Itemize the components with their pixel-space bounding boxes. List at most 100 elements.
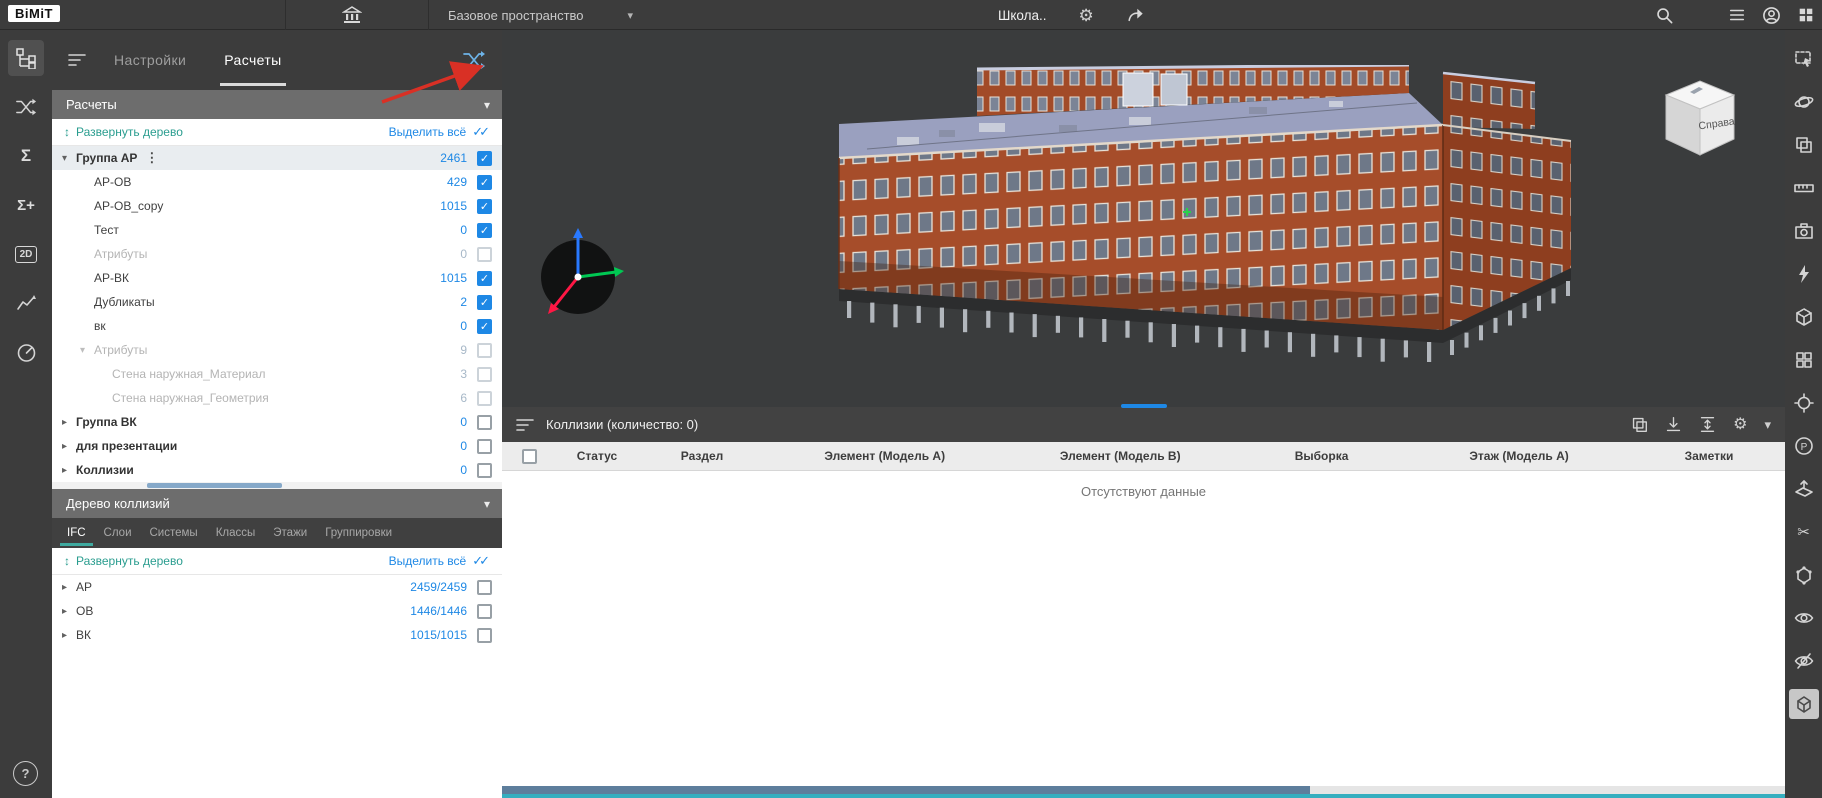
select-window-icon[interactable]: [1789, 44, 1819, 74]
tree-row[interactable]: ▸АР2459/2459: [52, 575, 502, 599]
tree-item-checkbox[interactable]: ✓: [477, 295, 492, 310]
viewport-3d[interactable]: Справа Коллизии (количество: 0): [502, 30, 1785, 798]
model-tree-icon[interactable]: [8, 40, 44, 76]
chart-icon[interactable]: [8, 285, 44, 321]
tree-row[interactable]: ▸Коллизии0: [52, 458, 502, 482]
tree-row[interactable]: ▾Группа АР⋮2461✓: [52, 146, 502, 170]
table-settings-gear-icon[interactable]: ⚙: [1733, 417, 1747, 433]
caret-down-icon[interactable]: ▾: [62, 153, 76, 164]
focus-target-icon[interactable]: [1789, 388, 1819, 418]
tree-row[interactable]: ▾Атрибуты9: [52, 338, 502, 362]
collapse-panel-icon[interactable]: ▾: [1764, 418, 1771, 431]
tree-row[interactable]: Стена наружная_Материал3: [52, 362, 502, 386]
tree-item-checkbox[interactable]: [477, 367, 492, 382]
tree-item-checkbox[interactable]: [477, 343, 492, 358]
layers-icon[interactable]: [1789, 130, 1819, 160]
tree-item-checkbox[interactable]: ✓: [477, 199, 492, 214]
building-model[interactable]: [827, 65, 1577, 370]
screenshot-icon[interactable]: [1789, 216, 1819, 246]
caret-right-icon[interactable]: ▸: [62, 465, 76, 476]
run-collision-check-icon[interactable]: [462, 50, 486, 70]
table-select-all-checkbox[interactable]: [522, 449, 537, 464]
tree-item-checkbox[interactable]: ✓: [477, 271, 492, 286]
collision-tree-tab[interactable]: IFC: [58, 518, 95, 548]
row-menu-icon[interactable]: ⋮: [145, 150, 158, 166]
tree-row[interactable]: Дубликаты2✓: [52, 290, 502, 314]
caret-right-icon[interactable]: ▸: [62, 582, 76, 593]
panel-tab[interactable]: Настройки: [114, 30, 186, 90]
lightning-icon[interactable]: [1789, 259, 1819, 289]
tree-item-checkbox[interactable]: ✓: [477, 175, 492, 190]
hide-eye-off-icon[interactable]: [1789, 646, 1819, 676]
caret-right-icon[interactable]: ▸: [62, 630, 76, 641]
tree-row[interactable]: ▸для презентации0: [52, 434, 502, 458]
tree-item-checkbox[interactable]: ✓: [477, 319, 492, 334]
section-collapse-icon[interactable]: ▾: [484, 497, 490, 511]
cut-scissors-icon[interactable]: ✂: [1789, 517, 1819, 547]
scrollbar-thumb[interactable]: [147, 483, 282, 488]
table-column-header[interactable]: Заметки: [1633, 449, 1785, 463]
tree-row[interactable]: АР-ОВ_copy1015✓: [52, 194, 502, 218]
tree-row[interactable]: Атрибуты0: [52, 242, 502, 266]
caret-down-icon[interactable]: ▾: [80, 345, 94, 356]
workspace-selector[interactable]: Базовое пространство ▾: [448, 0, 633, 30]
help-icon[interactable]: ?: [13, 761, 38, 786]
panel-resize-handle[interactable]: [1121, 404, 1167, 408]
tree-item-checkbox[interactable]: [477, 391, 492, 406]
expand-tree-button[interactable]: ↕ Развернуть дерево: [64, 125, 183, 139]
tasks-list-icon[interactable]: [1728, 6, 1746, 24]
sum-add-report-icon[interactable]: Σ+: [8, 187, 44, 223]
tree-item-checkbox[interactable]: [477, 247, 492, 262]
table-column-header[interactable]: Раздел: [637, 449, 767, 463]
table-column-header[interactable]: Элемент (Модель A): [767, 449, 1003, 463]
transparent-mode-cube-icon[interactable]: [1789, 689, 1819, 719]
collision-tree-tab[interactable]: Этажи: [264, 518, 316, 548]
account-icon[interactable]: [1762, 6, 1781, 25]
collision-tree-tab[interactable]: Классы: [207, 518, 265, 548]
panel-menu-icon[interactable]: [516, 418, 534, 432]
tree-row[interactable]: ▸ОВ1446/1446: [52, 599, 502, 623]
tree-item-checkbox[interactable]: [477, 604, 492, 619]
project-settings-gear-icon[interactable]: ⚙: [1079, 7, 1094, 24]
table-horizontal-scrollbar[interactable]: [502, 786, 1785, 794]
calculations-tree-scrollbar[interactable]: [52, 482, 502, 489]
caret-right-icon[interactable]: ▸: [62, 606, 76, 617]
model-points-icon[interactable]: [1789, 560, 1819, 590]
sum-report-icon[interactable]: Σ: [8, 138, 44, 174]
tree-row[interactable]: АР-ВК1015✓: [52, 266, 502, 290]
tree-item-checkbox[interactable]: [477, 439, 492, 454]
select-all-button[interactable]: Выделить всё ✓✓: [389, 553, 490, 569]
copy-table-icon[interactable]: [1631, 416, 1648, 433]
tree-row[interactable]: ▸ВК1015/1015: [52, 623, 502, 647]
2d-view-icon[interactable]: 2D: [8, 236, 44, 272]
axis-gizmo[interactable]: [528, 225, 628, 325]
calculations-section-header[interactable]: Расчеты ▾: [52, 90, 502, 119]
tree-row[interactable]: Стена наружная_Геометрия6: [52, 386, 502, 410]
export-icon[interactable]: [1665, 416, 1682, 433]
tree-item-checkbox[interactable]: [477, 628, 492, 643]
row-height-icon[interactable]: [1699, 416, 1716, 433]
caret-right-icon[interactable]: ▸: [62, 417, 76, 428]
tree-item-checkbox[interactable]: [477, 580, 492, 595]
collision-check-icon[interactable]: [8, 89, 44, 125]
section-collapse-icon[interactable]: ▾: [484, 98, 490, 112]
collision-tree-tab[interactable]: Слои: [95, 518, 141, 548]
table-column-header[interactable]: Элемент (Модель B): [1003, 449, 1239, 463]
dashboard-gauge-icon[interactable]: [8, 334, 44, 370]
expand-tree-button[interactable]: ↕ Развернуть дерево: [64, 554, 183, 568]
collision-tree-tab[interactable]: Группировки: [316, 518, 401, 548]
table-column-header[interactable]: Статус: [557, 449, 637, 463]
section-box-icon[interactable]: [1789, 302, 1819, 332]
grid-icon[interactable]: [1789, 345, 1819, 375]
tree-row[interactable]: ▸Группа ВК0: [52, 410, 502, 434]
caret-right-icon[interactable]: ▸: [62, 441, 76, 452]
panel-menu-icon[interactable]: [68, 53, 86, 67]
select-all-button[interactable]: Выделить всё ✓✓: [389, 124, 490, 140]
tree-item-checkbox[interactable]: [477, 415, 492, 430]
tree-row[interactable]: Тест0✓: [52, 218, 502, 242]
tree-item-checkbox[interactable]: ✓: [477, 151, 492, 166]
table-column-header[interactable]: Этаж (Модель A): [1405, 449, 1633, 463]
view-cube[interactable]: Справа: [1660, 75, 1740, 159]
search-button[interactable]: [1655, 0, 1674, 30]
collision-tree-section-header[interactable]: Дерево коллизий ▾: [52, 489, 502, 518]
